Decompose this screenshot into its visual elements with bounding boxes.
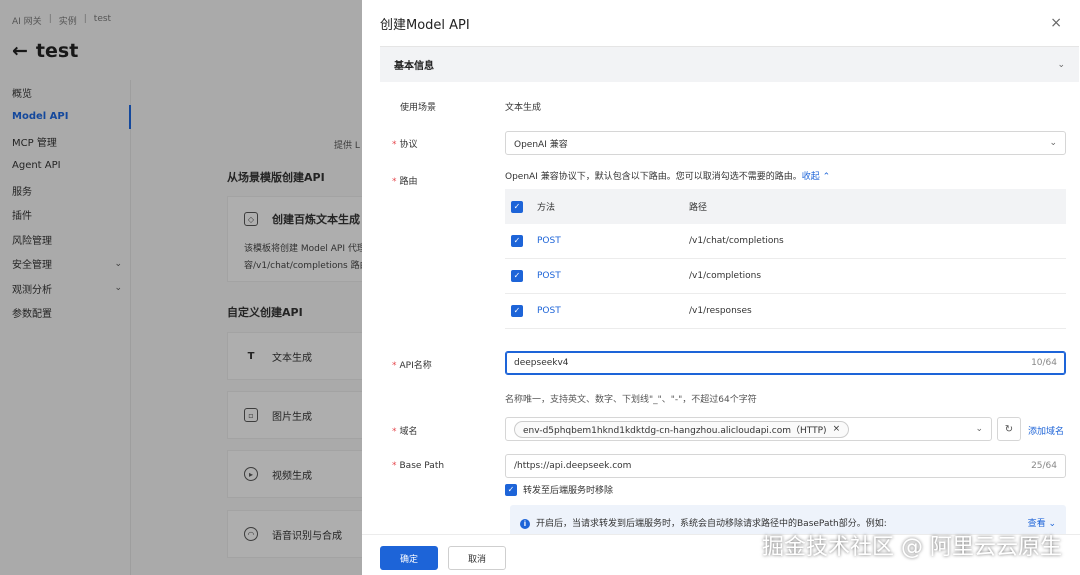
select-all-checkbox[interactable]: ✓ bbox=[511, 200, 523, 213]
info-icon: i bbox=[520, 519, 530, 529]
scene-label: 使用场景 bbox=[400, 103, 437, 113]
close-icon[interactable]: × bbox=[1050, 15, 1062, 31]
strip-basepath-checkbox[interactable]: ✓ bbox=[505, 483, 517, 496]
chevron-up-icon: ⌃ bbox=[819, 172, 831, 182]
watermark: 掘金技术社区 @ 阿里云云原生 bbox=[762, 535, 1062, 560]
collapse-link[interactable]: 收起 bbox=[802, 172, 820, 182]
routes-hint: OpenAI 兼容协议下，默认包含以下路由。您可以取消勾选不需要的路由。收起 ⌃ bbox=[505, 172, 831, 182]
domain-select[interactable]: env-d5phqbem1hknd1kdktdg-cn-hangzhou.ali… bbox=[505, 417, 992, 441]
routes-table: ✓ 方法 路径 ✓ POST /v1/chat/completions ✓ PO… bbox=[505, 189, 1066, 329]
view-more-link[interactable]: 查看 ⌄ bbox=[1028, 516, 1056, 529]
table-header: ✓ 方法 路径 bbox=[505, 189, 1066, 224]
table-row: ✓ POST /v1/chat/completions bbox=[505, 224, 1066, 259]
chevron-down-icon: ⌄ bbox=[1057, 59, 1065, 70]
api-name-hint: 名称唯一，支持英文、数字、下划线"_"、"-"，不超过64个字符 bbox=[505, 395, 757, 405]
scene-value: 文本生成 bbox=[505, 103, 542, 113]
modal-overlay[interactable] bbox=[0, 0, 362, 575]
basic-info-section-header[interactable]: 基本信息 ⌄ bbox=[380, 46, 1079, 82]
routes-label: * 路由 bbox=[392, 177, 418, 187]
strip-basepath-option[interactable]: ✓ 转发至后端服务时移除 bbox=[505, 483, 613, 496]
domain-label: * 域名 bbox=[392, 427, 418, 437]
api-name-label: * API名称 bbox=[392, 361, 432, 371]
refresh-button[interactable]: ↻ bbox=[997, 417, 1021, 441]
row-checkbox[interactable]: ✓ bbox=[511, 270, 523, 282]
drawer-header: 创建Model API × bbox=[362, 0, 1080, 46]
table-row: ✓ POST /v1/completions bbox=[505, 259, 1066, 294]
base-path-label: * Base Path bbox=[392, 461, 445, 471]
row-checkbox[interactable]: ✓ bbox=[511, 235, 523, 247]
add-domain-link[interactable]: 添加域名 bbox=[1028, 424, 1064, 437]
chevron-down-icon: ⌄ bbox=[1049, 138, 1057, 148]
table-row: ✓ POST /v1/responses bbox=[505, 294, 1066, 329]
domain-tag: env-d5phqbem1hknd1kdktdg-cn-hangzhou.ali… bbox=[514, 420, 850, 438]
cancel-button[interactable]: 取消 bbox=[448, 546, 506, 570]
base-path-input[interactable]: /https://api.deepseek.com 25/64 bbox=[505, 454, 1066, 478]
protocol-select[interactable]: OpenAI 兼容 ⌄ bbox=[505, 131, 1066, 155]
api-name-input[interactable]: deepseekv4 10/64 bbox=[505, 351, 1066, 375]
chevron-down-icon: ⌄ bbox=[975, 424, 983, 434]
drawer-title: 创建Model API bbox=[380, 17, 470, 33]
confirm-button[interactable]: 确定 bbox=[380, 546, 438, 570]
row-checkbox[interactable]: ✓ bbox=[511, 305, 523, 317]
tag-close-icon[interactable]: × bbox=[833, 424, 841, 434]
create-model-api-drawer: 创建Model API × 基本信息 ⌄ 使用场景 文本生成 * 协议 OpenA… bbox=[362, 0, 1080, 575]
protocol-label: * 协议 bbox=[392, 140, 418, 150]
refresh-icon: ↻ bbox=[1004, 423, 1014, 435]
